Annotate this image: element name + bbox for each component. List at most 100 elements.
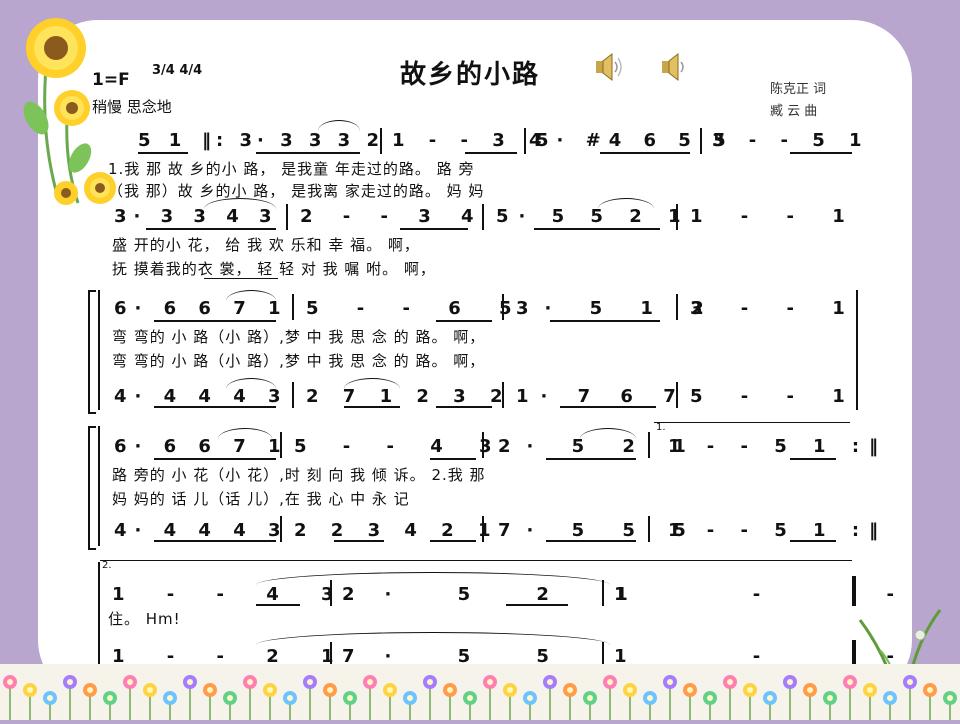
flower-center: [767, 695, 773, 701]
notes-line-2-m1: 3· 3 3 4 3: [114, 206, 279, 227]
flower-center: [507, 687, 513, 693]
beam: [344, 406, 400, 408]
composer-credit: 臧 云 曲: [770, 104, 818, 119]
flower-center: [387, 687, 393, 693]
speaker-icon[interactable]: [660, 52, 692, 82]
barline: [482, 204, 484, 230]
flower-center: [847, 679, 853, 685]
beam: [146, 228, 276, 230]
slur: [344, 378, 400, 389]
barline: [502, 382, 504, 408]
slur: [226, 290, 276, 301]
barline: [482, 432, 484, 458]
flower-center: [27, 687, 33, 693]
beam: [546, 540, 636, 542]
harmony-line-3-m4: 5 - - 1: [690, 386, 861, 407]
barline: [676, 204, 678, 230]
barline: [98, 562, 100, 666]
flower-center: [167, 695, 173, 701]
lyrics-line-2a: 盛 开的小 花， 给 我 欢 乐和 幸 福。 啊，: [112, 236, 420, 254]
barline: [98, 290, 100, 410]
volta-bracket: [100, 560, 852, 561]
notes-line-5-m2: 2· 5 2 1: [342, 584, 658, 605]
flower-center: [927, 687, 933, 693]
lyrics-line-4b: 妈 妈的 话 儿（话 儿）,在 我 心 中 永 记: [112, 490, 410, 508]
barline: [98, 426, 100, 546]
sunflower-decoration: [8, 8, 128, 208]
flower-center: [307, 679, 313, 685]
flower-center: [787, 679, 793, 685]
barline: [524, 128, 526, 154]
beam: [790, 152, 852, 154]
barline: [380, 128, 382, 154]
tie: [256, 632, 610, 645]
barline: [700, 128, 702, 154]
notes-line-4-m4: 1 - - 5 1 :‖: [668, 436, 889, 457]
harmony-line-3-m2: 2 7 1 2 3 2: [306, 386, 512, 407]
flower-center: [487, 679, 493, 685]
flower-center: [187, 679, 193, 685]
flower-center: [867, 687, 873, 693]
beam: [534, 228, 660, 230]
barline: [482, 516, 484, 542]
beam: [436, 320, 492, 322]
flower-center: [327, 687, 333, 693]
barline: [502, 294, 504, 320]
lyrics-line-4a: 路 旁的 小 花（小 花）,时 刻 向 我 倾 诉。 2.我 那: [112, 466, 486, 484]
lyrics-line-5a: 住。 Hm!: [108, 610, 181, 628]
notes-line-1-m4: 3 - - 5 1: [712, 130, 871, 151]
beam: [400, 228, 468, 230]
flower-center: [367, 679, 373, 685]
harmony-line-4-m1: 4· 4 4 4 3: [114, 520, 289, 541]
barline: [286, 204, 288, 230]
flower-center: [687, 687, 693, 693]
flower-center: [807, 687, 813, 693]
notes-line-4-m1: 6· 6 6 7 1: [114, 436, 289, 457]
flower-center: [407, 695, 413, 701]
flower-center: [527, 695, 533, 701]
flower-center: [747, 687, 753, 693]
tie: [256, 572, 610, 585]
flower-center: [287, 695, 293, 701]
notes-line-1-m1: ‖: 3· 3 3 3 2: [202, 130, 384, 151]
time-signature: 3/4 4/4: [152, 64, 202, 77]
flower-center: [347, 695, 353, 701]
flower-center: [467, 695, 473, 701]
flower-center: [827, 695, 833, 701]
beam: [138, 152, 188, 154]
lyrics-line-3a: 弯 弯的 小 路（小 路）,梦 中 我 思 念 的 路。 啊，: [112, 328, 486, 346]
lyric-underline: [204, 278, 278, 279]
beam: [560, 406, 656, 408]
notes-line-3-m4: 3 - - 1: [690, 298, 861, 319]
notes-line-1-m2: 1 - - 3 4: [392, 130, 551, 151]
system-bracket: [88, 426, 96, 550]
harmony-line-4-m2: 2 2 3 4 2 1: [294, 520, 500, 541]
barline: [648, 516, 650, 542]
volta-bracket: [654, 422, 850, 423]
flower-center: [587, 695, 593, 701]
time-sig-a: 3/4: [152, 63, 175, 78]
volta-2-label: 2.: [102, 560, 112, 571]
beam: [790, 458, 836, 460]
harmony-line-3-m1: 4· 4 4 4 3: [114, 386, 289, 407]
flower-center: [427, 679, 433, 685]
notes-line-2-m2: 2 - - 3 4: [300, 206, 486, 227]
slur: [318, 120, 360, 131]
speaker-icon[interactable]: [594, 52, 626, 82]
slur: [580, 428, 636, 439]
music-score: 故乡的小路 1=F 3/4 4/4 稍慢 思念地 陈克正 词 臧 云 曲 5 1…: [0, 0, 960, 720]
flower-center: [647, 695, 653, 701]
flower-center: [447, 687, 453, 693]
notes-line-4-m2: 5 - - 4 3: [294, 436, 507, 457]
beam: [154, 320, 276, 322]
beam: [790, 540, 836, 542]
beam: [550, 320, 660, 322]
lyrics-line-1b: （我 那）故 乡的小 路， 是我离 家走过的路。 妈 妈: [108, 182, 485, 200]
barline: [292, 382, 294, 408]
barline: [602, 642, 604, 666]
notes-line-2-m4: 1 - - 1: [690, 206, 861, 227]
harmony-line-4-m4: 1 - - 5 1 :‖: [668, 520, 889, 541]
beam: [546, 458, 636, 460]
beam: [256, 152, 360, 154]
beam: [430, 458, 476, 460]
